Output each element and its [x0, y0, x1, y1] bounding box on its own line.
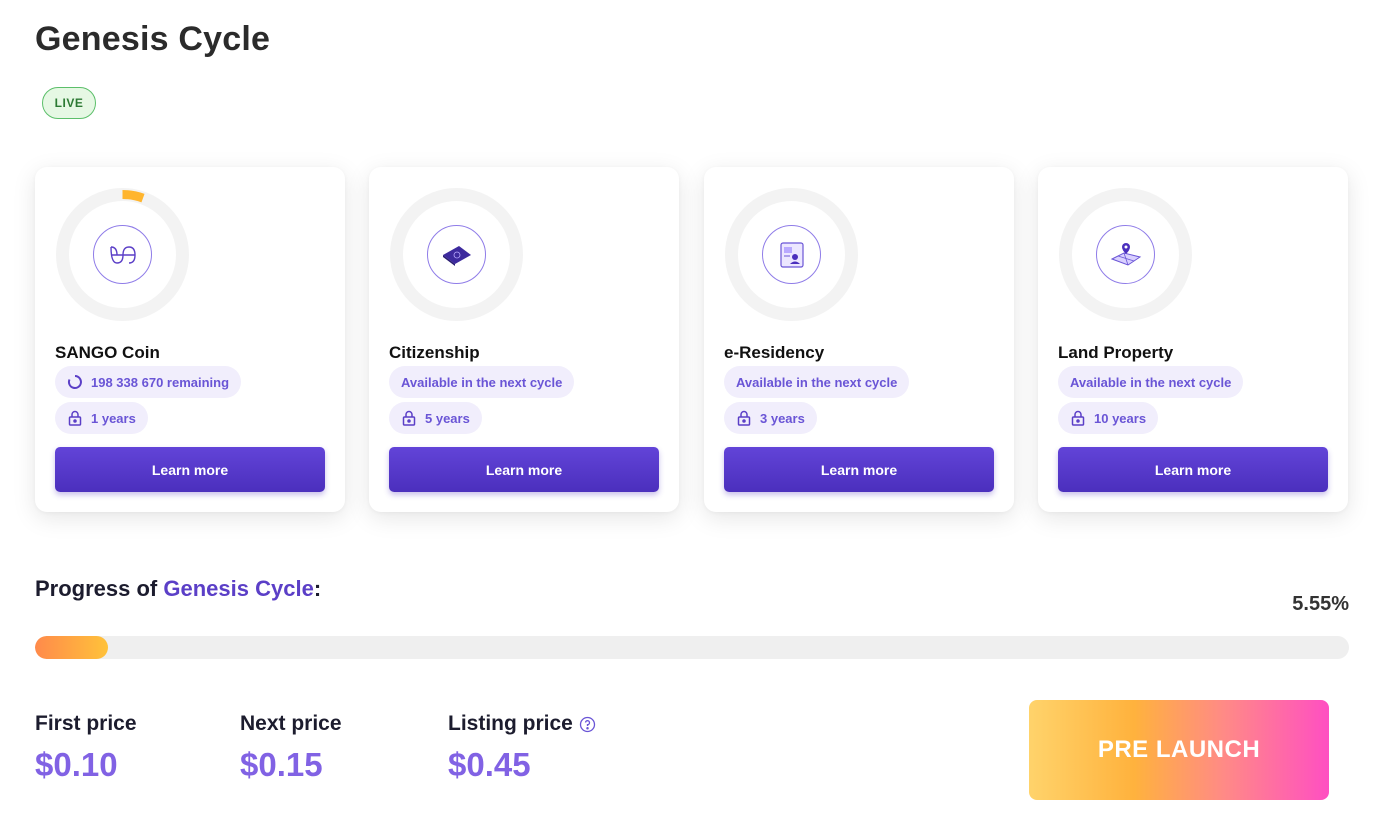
- lock-icon: [401, 410, 417, 426]
- card-e-residency: e-Residency Available in the next cycle …: [704, 167, 1014, 512]
- lock-period-text: 1 years: [91, 410, 136, 426]
- first-price: First price $0.10: [35, 712, 137, 784]
- lock-period-text: 3 years: [760, 410, 805, 426]
- sango-logo-icon: [93, 225, 152, 284]
- lock-icon: [67, 410, 83, 426]
- next-price-label: Next price: [240, 712, 342, 735]
- product-cards: SANGO Coin 198 338 670 remaining 1 years…: [35, 167, 1349, 512]
- card-title: Citizenship: [389, 343, 480, 362]
- card-land-property: Land Property Available in the next cycl…: [1038, 167, 1348, 512]
- availability-badge: Available in the next cycle: [1058, 366, 1244, 398]
- progress-bar: [35, 636, 1349, 659]
- progress-heading: Progress of Genesis Cycle:: [35, 576, 321, 602]
- help-icon[interactable]: [579, 716, 596, 733]
- card-title: e-Residency: [724, 343, 825, 362]
- next-price: Next price $0.15: [240, 712, 342, 784]
- first-price-value: $0.10: [35, 746, 118, 783]
- progress-bar-fill: [35, 636, 108, 659]
- availability-text: Available in the next cycle: [401, 374, 563, 390]
- progress-heading-suffix: :: [313, 576, 322, 601]
- availability-text: Available in the next cycle: [736, 374, 898, 390]
- card-citizenship: Citizenship Available in the next cycle …: [369, 167, 679, 512]
- lock-period-text: 5 years: [425, 410, 470, 426]
- listing-price: Listing price $0.45: [448, 712, 596, 784]
- learn-more-button[interactable]: Learn more: [55, 447, 325, 492]
- spinner-icon: [67, 374, 83, 390]
- progress-heading-cycle-name: Genesis Cycle: [163, 576, 314, 601]
- learn-more-button[interactable]: Learn more: [1058, 447, 1328, 492]
- land-map-icon: [1096, 225, 1155, 284]
- id-card-icon: [762, 225, 821, 284]
- lock-icon: [736, 410, 752, 426]
- pre-launch-button[interactable]: PRE LAUNCH: [1029, 700, 1329, 800]
- progress-ring: [389, 187, 524, 322]
- availability-badge: Available in the next cycle: [724, 366, 910, 398]
- first-price-label: First price: [35, 712, 137, 735]
- availability-text: Available in the next cycle: [1070, 374, 1232, 390]
- listing-price-value: $0.45: [448, 746, 531, 783]
- progress-ring: [724, 187, 859, 322]
- remaining-badge: 198 338 670 remaining: [55, 366, 242, 398]
- lock-period-badge: 10 years: [1058, 402, 1159, 434]
- card-sango-coin: SANGO Coin 198 338 670 remaining 1 years…: [35, 167, 345, 512]
- status-badge: LIVE: [42, 87, 96, 119]
- card-title: SANGO Coin: [55, 343, 160, 362]
- lock-period-text: 10 years: [1094, 410, 1147, 426]
- listing-price-label: Listing price: [448, 712, 573, 735]
- passport-icon: [427, 225, 486, 284]
- listing-price-label-row: Listing price: [448, 712, 596, 736]
- page-title: Genesis Cycle: [35, 20, 271, 58]
- progress-ring: [55, 187, 190, 322]
- learn-more-button[interactable]: Learn more: [389, 447, 659, 492]
- learn-more-button[interactable]: Learn more: [724, 447, 994, 492]
- next-price-value: $0.15: [240, 746, 323, 783]
- progress-heading-prefix: Progress of: [35, 576, 158, 601]
- remaining-text: 198 338 670 remaining: [91, 374, 230, 390]
- lock-period-badge: 3 years: [724, 402, 817, 434]
- progress-ring: [1058, 187, 1193, 322]
- lock-period-badge: 5 years: [389, 402, 482, 434]
- lock-icon: [1070, 410, 1086, 426]
- card-title: Land Property: [1058, 343, 1174, 362]
- lock-period-badge: 1 years: [55, 402, 148, 434]
- availability-badge: Available in the next cycle: [389, 366, 575, 398]
- progress-percent: 5.55%: [1292, 593, 1349, 615]
